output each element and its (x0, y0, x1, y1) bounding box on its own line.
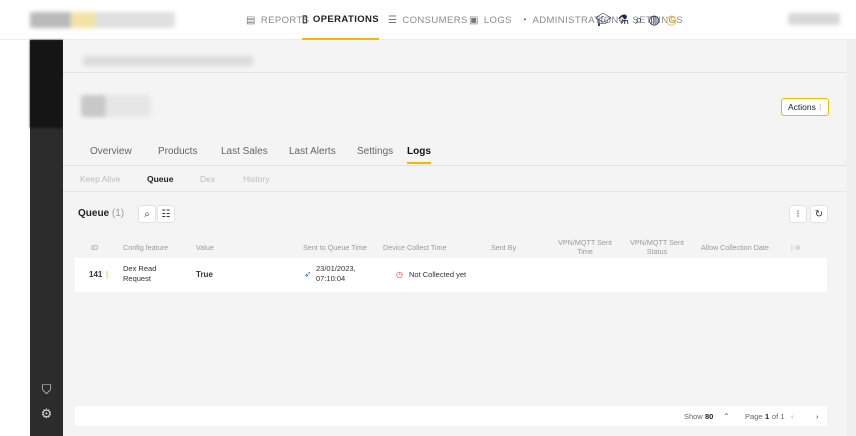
show-label: Show (684, 412, 703, 421)
flask-icon[interactable]: ⚗︎ (618, 12, 630, 28)
page-size-value: 80 (705, 412, 714, 421)
kebab-icon: ⁝ (796, 208, 800, 220)
search-button[interactable]: ⌕ (138, 205, 156, 223)
tab-overview[interactable]: Overview (90, 146, 132, 157)
globe-icon[interactable]: ◍ (648, 12, 659, 28)
table-row[interactable]: 141 | Dex Read Request True ➶ 23/01/2023… (75, 258, 827, 292)
more-options-button[interactable]: ⁝ (789, 205, 807, 223)
bookmark-icon[interactable]: ⛉ (30, 382, 63, 398)
clock-icon: ◷ (396, 270, 403, 279)
actions-button-label: Actions (788, 102, 816, 112)
prev-page-button[interactable]: ‹ (791, 412, 794, 421)
left-gutter (0, 40, 30, 436)
column-header-sent-to-queue-time[interactable]: Sent to Queue Time (303, 243, 367, 252)
table-header: ID Config feature Value Sent to Queue Ti… (75, 236, 827, 258)
tab-last-alerts[interactable]: Last Alerts (289, 146, 336, 157)
user-name[interactable] (788, 13, 840, 25)
brand-logo[interactable] (30, 12, 175, 28)
row-value: True (196, 270, 213, 279)
search-icon: ⌕ (144, 208, 150, 220)
device-title (81, 95, 151, 117)
tab-products[interactable]: Products (158, 146, 197, 157)
toolbar-icons: 🎓︎ ⚗︎ ⌕ ◍ ◷ (595, 12, 677, 28)
pagination-bar: Show 80 ⌃ Page 1 of 1 ‹ › (75, 406, 827, 426)
row-sent-to-queue-date: 23/01/2023, (316, 264, 356, 273)
refresh-icon: ↻ (814, 208, 824, 220)
refresh-button[interactable]: ↻ (810, 205, 828, 223)
kebab-icon: ⁝ (818, 101, 822, 112)
nav-operations[interactable]: ▯ OPERATIONS (302, 0, 380, 40)
subtab-history[interactable]: History (243, 174, 269, 184)
gear-icon[interactable]: ⚙ (30, 406, 63, 422)
header-divider (63, 72, 856, 73)
actions-button[interactable]: Actions ⁝ (781, 98, 829, 116)
nav-consumers-label: CONSUMERS (402, 14, 468, 26)
subtab-queue[interactable]: Queue (147, 174, 173, 184)
tab-logs[interactable]: Logs (407, 146, 431, 164)
tab-settings[interactable]: Settings (357, 146, 393, 157)
page-current-value: 1 (765, 412, 770, 421)
row-device-collect-time: Not Collected yet (409, 270, 467, 279)
row-id: 141 (89, 270, 103, 279)
left-sidebar: ⛉ ⚙ (30, 40, 63, 436)
filter-button[interactable]: ☷ (157, 205, 175, 223)
row-sent-to-queue-time: 07:10:04 (316, 274, 346, 283)
row-id-marker: | (106, 270, 109, 279)
clipboard-icon: ▯ (302, 13, 308, 25)
nav-logs-label: LOGS (483, 14, 512, 26)
chevron-up-icon[interactable]: ⌃ (723, 412, 730, 421)
search-icon[interactable]: ⌕ (635, 12, 642, 28)
send-icon: ➶ (304, 269, 312, 279)
page-header: Actions ⁝ (63, 40, 856, 130)
sliders-icon: ☷ (161, 208, 171, 220)
content-area (63, 192, 856, 436)
column-header-vpn-sent-time[interactable]: VPN/MQTT Sent Time (557, 238, 613, 256)
graduation-cap-icon[interactable]: 🎓︎ (595, 12, 612, 28)
column-header-id[interactable]: ID (91, 243, 98, 252)
subtab-keep-alive[interactable]: Keep Alive (80, 174, 120, 184)
page-label: Page (745, 412, 763, 421)
nav-operations-label: OPERATIONS (312, 13, 380, 25)
subtab-bar (63, 166, 856, 192)
list-icon: ☰ (388, 14, 398, 26)
queue-title: Queue (1) (78, 208, 124, 219)
queue-count: (1) (111, 208, 125, 219)
breadcrumb[interactable] (83, 56, 253, 66)
page-of: of 1 (772, 412, 785, 421)
page-current: 1 (765, 412, 769, 421)
column-header-device-collect-time[interactable]: Device Collect Time (383, 243, 447, 252)
next-page-button[interactable]: › (816, 412, 819, 421)
top-navigation: ▤ REPORTS ▯ OPERATIONS ☰ CONSUMERS ▣ LOG… (0, 0, 856, 40)
column-header-config-feature[interactable]: Config feature (123, 243, 168, 252)
dial-icon: ◔ (521, 14, 528, 26)
column-header-allow-collection-date[interactable]: Allow Collection Date (701, 243, 769, 252)
tab-last-sales[interactable]: Last Sales (221, 146, 268, 157)
clock-icon[interactable]: ◷ (666, 12, 677, 28)
nav-logs[interactable]: ▣ LOGS (469, 0, 512, 40)
column-header-value[interactable]: Value (196, 243, 214, 252)
subtab-dex[interactable]: Dex (200, 174, 215, 184)
queue-title-label: Queue (78, 208, 110, 219)
calendar-icon: ▣ (469, 14, 479, 26)
column-settings-icon[interactable]: | ⊛ (791, 243, 801, 252)
page-scrollbar[interactable] (846, 40, 856, 436)
nav-reports[interactable]: ▤ REPORTS (246, 0, 309, 40)
page-size-select[interactable]: 80 (705, 412, 713, 421)
column-header-vpn-sent-status[interactable]: VPN/MQTT Sent Status (628, 238, 686, 256)
document-icon: ▤ (246, 14, 256, 26)
column-header-sent-by[interactable]: Sent By (491, 243, 516, 252)
sidebar-top-block (30, 40, 63, 128)
row-config-feature: Dex Read Request (123, 264, 157, 283)
nav-consumers[interactable]: ☰ CONSUMERS (388, 0, 468, 40)
